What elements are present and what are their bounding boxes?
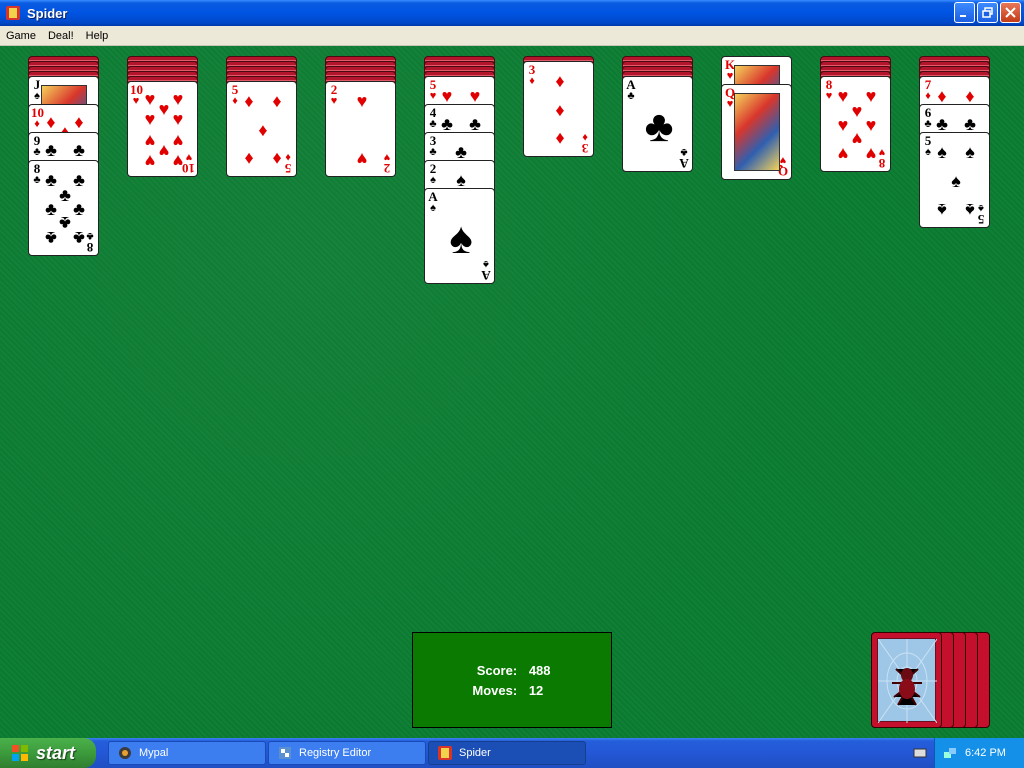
suit-pip: ♥ (865, 144, 877, 164)
card-corner-index-inverted: 3 ♦ (581, 131, 589, 156)
card-corner-index-inverted: A ♣ (679, 146, 689, 171)
suit-pip: ♦ (555, 71, 565, 91)
start-label: start (36, 742, 76, 763)
spider-app-icon (6, 6, 20, 20)
clock: 6:42 PM (965, 747, 1006, 759)
suit-pip: ♣ (45, 228, 57, 248)
playing-card[interactable]: A ♠ A ♠ ♠ (424, 188, 495, 284)
score-value: 488 (528, 663, 551, 678)
suit-pip: ♣ (45, 140, 57, 160)
playing-card[interactable]: 10 ♥ 10 ♥ ♥ ♥ ♥ ♥ ♥ ♥ ♥ ♥ ♥ ♥ (127, 81, 198, 177)
suit-pip: ♥ (356, 149, 368, 169)
suit-pip: ♠ (965, 200, 975, 220)
task-mypal[interactable]: Mypal (108, 741, 266, 765)
start-button[interactable]: start (0, 738, 96, 768)
card-corner-index: A ♠ (428, 189, 438, 214)
restore-button[interactable] (977, 2, 998, 23)
moves-label: Moves: (472, 683, 518, 698)
suit-pip: ♥ (172, 109, 184, 129)
playing-card[interactable]: 3 ♦ 3 ♦ ♦ ♦ ♦ (523, 61, 594, 157)
ace-pip: ♠ (449, 214, 473, 263)
suit-pip: ♦ (272, 91, 282, 111)
registry-editor-icon (279, 747, 291, 759)
moves-value: 12 (528, 683, 544, 698)
task-label-mypal: Mypal (139, 747, 169, 759)
suit-pip: ♥ (356, 91, 368, 111)
task-spider[interactable]: Spider (428, 741, 586, 765)
suit-pip: ♣ (441, 114, 453, 134)
spider-icon (877, 638, 938, 724)
playing-card[interactable]: 5 ♦ 5 ♦ ♦ ♦ ♦ ♦ ♦ (226, 81, 297, 177)
suit-pip: ♥ (144, 109, 156, 129)
card-corner-index-inverted: 2 ♥ (383, 151, 391, 176)
taskbar: start Mypal Registry Editor Spider 6:42 … (0, 738, 1024, 768)
suit-pip: ♣ (455, 142, 467, 162)
task-registry-editor[interactable]: Registry Editor (268, 741, 426, 765)
card-corner-index: 2 ♠ (429, 161, 437, 186)
restore-icon (982, 7, 993, 18)
suit-pip: ♣ (73, 140, 85, 160)
suit-pip: ♥ (172, 151, 184, 171)
system-tray: 6:42 PM (913, 738, 1024, 768)
suit-pip: ♠ (951, 171, 961, 191)
suit-pip: ♠ (965, 142, 975, 162)
score-box: Score: 488 Moves: 12 (412, 632, 612, 728)
suit-pip: ♦ (244, 91, 254, 111)
suit-pip: ♣ (469, 114, 481, 134)
suit-pip: ♦ (555, 100, 565, 120)
suit-pip: ♦ (272, 149, 282, 169)
card-corner-index: 2 ♥ (330, 82, 338, 107)
suit-pip: ♠ (456, 170, 466, 190)
keyboard-icon[interactable] (913, 746, 927, 760)
playing-card[interactable]: 8 ♥ 8 ♥ ♥ ♥ ♥ ♥ ♥ ♥ ♥ ♥ (820, 76, 891, 172)
court-card-artwork (734, 93, 780, 171)
task-label-registry-editor: Registry Editor (299, 747, 372, 759)
close-icon (1005, 7, 1016, 18)
suit-pip: ♦ (555, 129, 565, 149)
suit-pip: ♠ (937, 142, 947, 162)
spider-web-image (877, 638, 938, 724)
ace-pip: ♣ (644, 102, 674, 151)
playing-card[interactable]: 5 ♠ 5 ♠ ♠ ♠ ♠ ♠ ♠ (919, 132, 990, 228)
suit-pip: ♥ (144, 151, 156, 171)
card-corner-index: 3 ♦ (528, 62, 536, 87)
minimize-icon (960, 15, 966, 17)
spider-task-icon (438, 746, 452, 760)
card-corner-index: 3 ♣ (429, 133, 437, 158)
task-label-spider: Spider (459, 747, 491, 759)
suit-pip: ♣ (73, 228, 85, 248)
close-button[interactable] (1000, 2, 1021, 23)
menu-bar: Game Deal! Help (0, 26, 1024, 46)
menu-help[interactable]: Help (80, 30, 115, 42)
title-bar: Spider (0, 0, 1024, 26)
mypal-icon (119, 747, 131, 759)
card-corner-index-inverted: A ♠ (481, 258, 491, 283)
network-icon[interactable] (943, 746, 957, 760)
score-label: Score: (476, 663, 518, 678)
suit-pip: ♥ (837, 144, 849, 164)
playing-card[interactable]: A ♣ A ♣ ♣ (622, 76, 693, 172)
suit-pip: ♠ (937, 200, 947, 220)
playing-card[interactable]: 8 ♣ 8 ♣ ♣ ♣ ♣ ♣ ♣ ♣ ♣ ♣ (28, 160, 99, 256)
stock-pile-1[interactable] (871, 632, 942, 728)
playing-card[interactable]: Q ♥ Q ♥ (721, 84, 792, 180)
suit-pip: ♦ (258, 120, 268, 140)
suit-pip: ♣ (936, 114, 948, 134)
suit-pip: ♥ (441, 86, 453, 106)
suit-pip: ♥ (469, 86, 481, 106)
suit-pip: ♦ (244, 149, 254, 169)
minimize-button[interactable] (954, 2, 975, 23)
menu-deal[interactable]: Deal! (42, 30, 80, 42)
windows-flag-icon (12, 745, 28, 761)
window-title: Spider (27, 5, 68, 21)
suit-pip: ♣ (964, 114, 976, 134)
card-corner-index: A ♣ (626, 77, 636, 102)
playing-card[interactable]: 2 ♥ 2 ♥ ♥ ♥ (325, 81, 396, 177)
menu-game[interactable]: Game (0, 30, 42, 42)
